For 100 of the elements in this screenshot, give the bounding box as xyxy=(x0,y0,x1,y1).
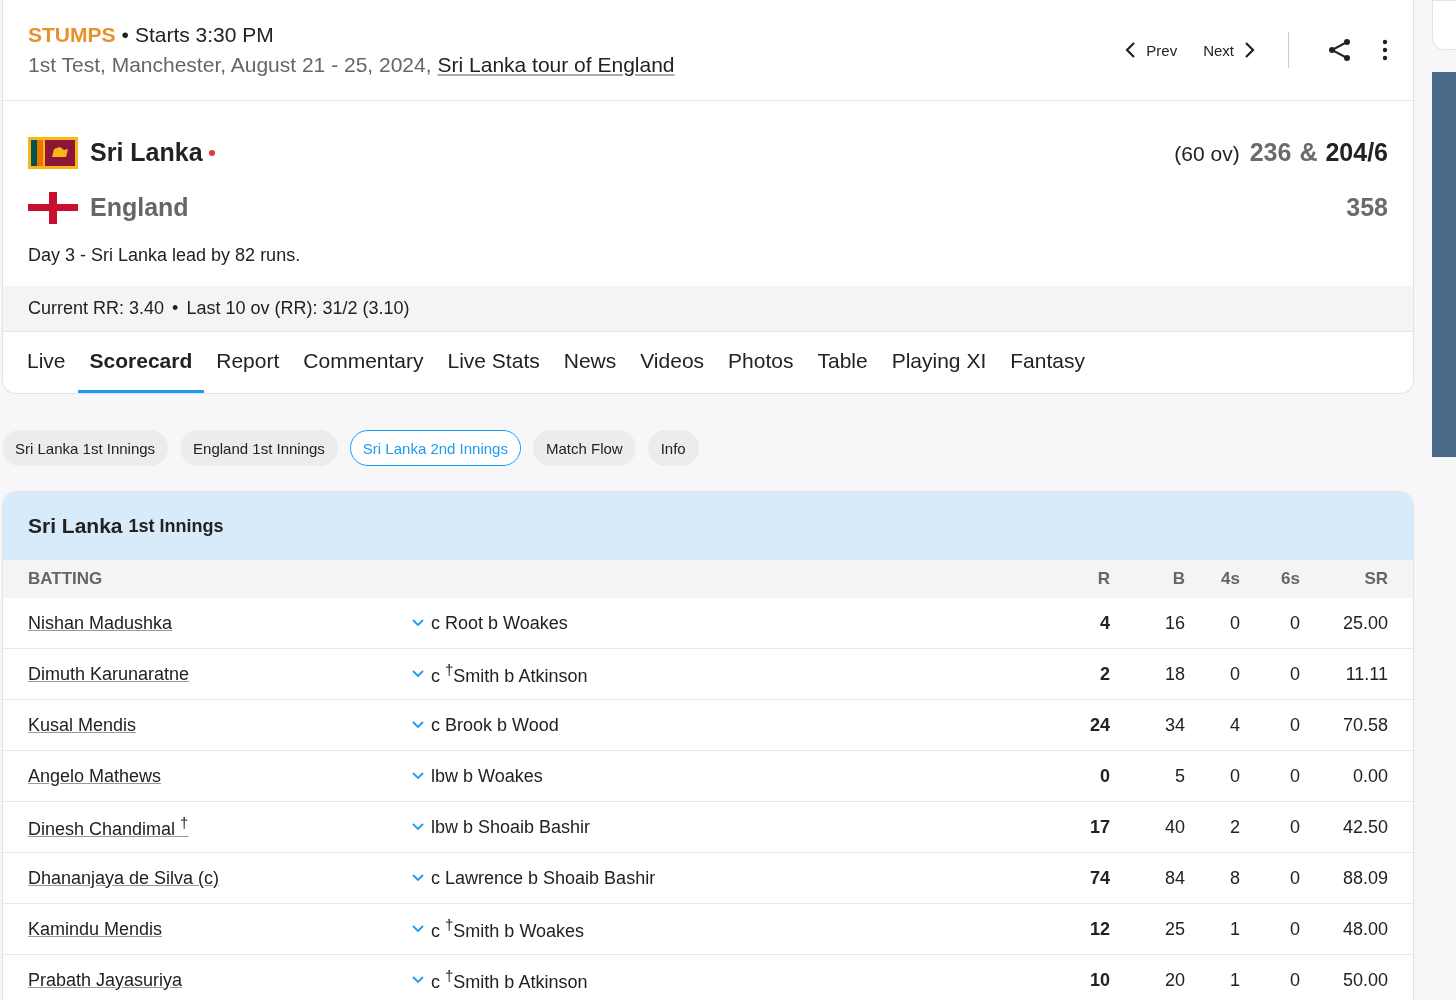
dismissal: c $^{†}$Smith b Woakes xyxy=(431,916,585,942)
tab[interactable]: Commentary xyxy=(291,332,436,393)
tab[interactable]: Fantasy xyxy=(998,332,1097,393)
overs: (60 ov) xyxy=(1174,142,1240,166)
chevron-down-icon[interactable] xyxy=(412,823,424,831)
chevron-right-icon xyxy=(1242,41,1256,59)
batter-link[interactable]: Angelo Mathews xyxy=(28,765,162,786)
innings-team: Sri Lanka xyxy=(28,514,123,538)
start-time: Starts 3:30 PM xyxy=(134,23,274,47)
table-cell-text: 0 xyxy=(1289,918,1300,940)
series-link[interactable]: Sri Lanka tour of England xyxy=(437,53,675,77)
table-cell-text: 0 xyxy=(1099,765,1110,787)
team-score: 358 xyxy=(1346,193,1388,222)
chevron-down-icon[interactable] xyxy=(412,619,424,627)
team-score: 236 xyxy=(1249,138,1292,167)
chevron-down-icon[interactable] xyxy=(412,976,424,984)
tab[interactable]: Live xyxy=(15,332,78,393)
table-cell-text: 0.00 xyxy=(1351,765,1388,787)
tab[interactable]: Videos xyxy=(628,332,717,393)
chevron-down-icon[interactable] xyxy=(412,874,424,882)
dismissal: lbw b Shoaib Bashir xyxy=(431,816,591,838)
column-header: 4s xyxy=(1220,569,1240,589)
table-cell-text: 12 xyxy=(1088,918,1110,940)
tab[interactable]: Playing XI xyxy=(879,332,999,393)
prev-button[interactable]: Prev xyxy=(1120,41,1182,59)
table-cell-text: 1 xyxy=(1229,969,1240,991)
table-cell-text: 48.00 xyxy=(1341,918,1388,940)
innings-pill[interactable]: Sri Lanka 1st Innings xyxy=(2,430,169,466)
column-header: R xyxy=(1096,569,1110,589)
dismissal: c $^{†}$Smith b Atkinson xyxy=(431,967,588,993)
table-cell-text: 0 xyxy=(1289,663,1300,685)
table-cell-text: 16 xyxy=(1163,612,1185,634)
team-score: & xyxy=(1299,138,1318,167)
table-cell-text: 18 xyxy=(1163,663,1185,685)
dismissal: c Brook b Wood xyxy=(431,714,559,736)
table-cell-text: 0 xyxy=(1229,663,1240,685)
table-cell-text: 0 xyxy=(1289,816,1300,838)
table-cell-text: 8 xyxy=(1229,867,1240,889)
innings-pill[interactable]: England 1st Innings xyxy=(180,430,338,466)
dismissal: lbw b Woakes xyxy=(431,765,543,787)
table-cell-text: 0 xyxy=(1289,867,1300,889)
tab[interactable]: Table xyxy=(805,332,880,393)
flag-icon xyxy=(28,136,78,169)
table-cell-text: 0 xyxy=(1229,765,1240,787)
chevron-down-icon[interactable] xyxy=(412,772,424,780)
table-cell-text: 25 xyxy=(1163,918,1185,940)
match-result: Day 3 - Sri Lanka lead by 82 runs. xyxy=(28,245,302,266)
tab[interactable]: Scorecard xyxy=(77,332,205,393)
dismissal: c Lawrence b Shoaib Bashir xyxy=(431,867,656,889)
share-icon[interactable] xyxy=(1327,37,1353,63)
table-cell-text: 20 xyxy=(1163,969,1185,991)
table-cell-text: 34 xyxy=(1163,714,1185,736)
batter-link[interactable]: Dinesh Chandimal $^{†}$ xyxy=(28,819,189,839)
team-name: England xyxy=(90,193,189,222)
match-status: STUMPS xyxy=(28,23,116,47)
more-icon[interactable] xyxy=(1381,39,1389,61)
chevron-down-icon[interactable] xyxy=(412,925,424,933)
table-cell-text: 17 xyxy=(1088,816,1110,838)
chevron-down-icon[interactable] xyxy=(412,670,424,678)
batter-link[interactable]: Dimuth Karunaratne xyxy=(28,663,190,684)
last-ten-overs-run-rate: Last 10 ov (RR): 31/2 (3.10) xyxy=(186,298,410,319)
column-header: BATTING xyxy=(28,569,104,589)
dismissal: c Root b Woakes xyxy=(431,612,568,634)
table-cell-text: 42.50 xyxy=(1341,816,1388,838)
team-score: 204/6 xyxy=(1325,138,1388,167)
flag-icon xyxy=(28,191,78,224)
table-cell-text: 0 xyxy=(1289,969,1300,991)
chevron-down-icon[interactable] xyxy=(412,721,424,729)
tab[interactable]: Photos xyxy=(716,332,806,393)
innings-pill[interactable]: Info xyxy=(647,430,699,466)
table-cell-text: 0 xyxy=(1289,714,1300,736)
batter-link[interactable]: Dhananjaya de Silva (c) xyxy=(28,867,220,888)
table-cell-text: 24 xyxy=(1088,714,1110,736)
table-cell-text: 0 xyxy=(1289,612,1300,634)
innings-pill[interactable]: Match Flow xyxy=(532,430,636,466)
column-header: SR xyxy=(1363,569,1388,589)
tab[interactable]: Live Stats xyxy=(435,332,552,393)
table-cell-text: 11.11 xyxy=(1344,663,1388,685)
table-cell-text: 2 xyxy=(1229,816,1240,838)
batter-link[interactable]: Prabath Jayasuriya xyxy=(28,969,183,990)
table-cell-text: 1 xyxy=(1229,918,1240,940)
separator-dot: • xyxy=(172,298,179,319)
table-cell-text: 70.58 xyxy=(1341,714,1388,736)
batter-link[interactable]: Kusal Mendis xyxy=(28,714,137,735)
table-cell-text: 50.00 xyxy=(1341,969,1388,991)
next-button[interactable]: Next xyxy=(1199,41,1260,59)
team-name: Sri Lanka xyxy=(90,138,203,167)
table-cell-text: 40 xyxy=(1163,816,1185,838)
table-cell-text: 0 xyxy=(1229,612,1240,634)
table-cell-text: 4 xyxy=(1099,612,1110,634)
table-cell-text: 10 xyxy=(1088,969,1110,991)
batter-link[interactable]: Nishan Madushka xyxy=(28,612,173,633)
table-cell-text: 25.00 xyxy=(1341,612,1388,634)
table-cell-text: 88.09 xyxy=(1341,867,1388,889)
separator-dot: • xyxy=(121,23,129,47)
tab[interactable]: News xyxy=(551,332,629,393)
table-cell-text: 2 xyxy=(1099,663,1110,685)
batter-link[interactable]: Kamindu Mendis xyxy=(28,918,163,939)
table-cell-text: 4 xyxy=(1229,714,1240,736)
tab[interactable]: Report xyxy=(204,332,292,393)
